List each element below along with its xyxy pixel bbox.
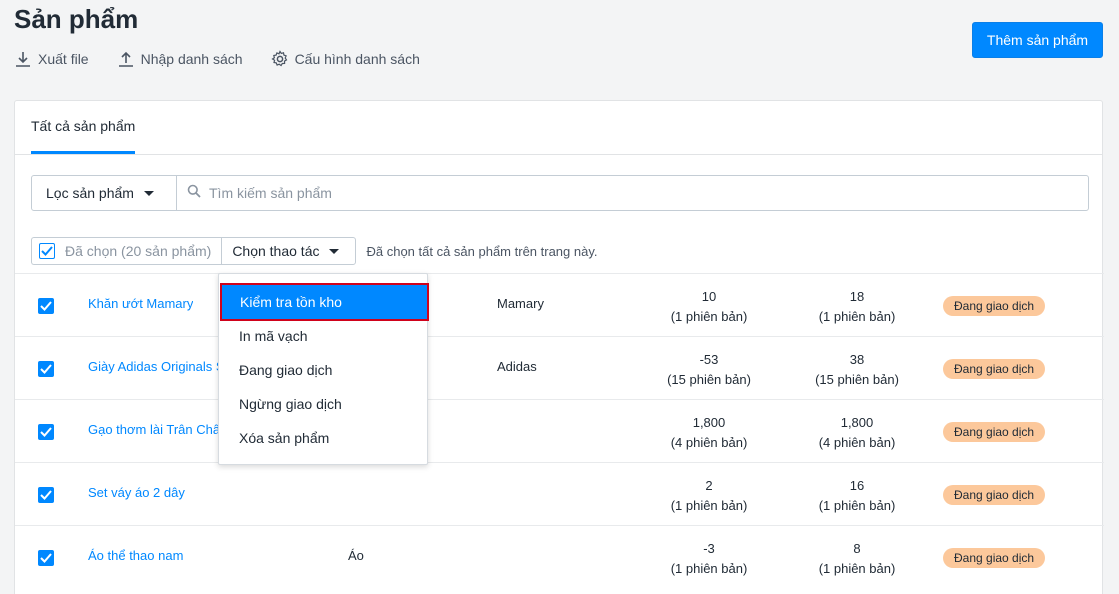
status-badge: Đang giao dịch [943,422,1046,442]
available-cell: 18 (1 phiên bản) [797,287,917,327]
stock-value: 10 [701,289,717,304]
table-row: Khăn ướt Mamary Mamary 10 (1 phiên bản) 1… [15,273,1104,336]
download-icon [14,50,32,68]
menu-item-set-inactive[interactable]: Ngừng giao dịch [219,387,427,421]
gear-icon [270,50,289,68]
row-checkbox[interactable] [38,487,54,503]
action-dropdown-menu: Kiểm tra tồn kho In mã vạch Đang giao dị… [218,273,429,465]
available-value: 16 [849,478,865,493]
bulk-selected-box: Đã chọn (20 sản phẩm) [31,237,222,265]
bulk-action-bar: Đã chọn (20 sản phẩm) Chọn thao tác Đã c… [31,237,598,265]
menu-item-check-inventory[interactable]: Kiểm tra tồn kho [220,283,429,321]
product-brand: Mamary [497,296,544,311]
stock-variants: (1 phiên bản) [670,498,748,513]
search-icon [187,184,201,203]
status-badge: Đang giao dịch [943,548,1046,568]
product-type: Áo [348,548,364,563]
row-checkbox[interactable] [38,424,54,440]
stock-cell: -53 (15 phiên bản) [649,350,769,390]
available-value: 8 [853,541,861,556]
stock-variants: (1 phiên bản) [670,561,748,576]
available-value: 1,800 [840,415,874,430]
configure-list-label: Cấu hình danh sách [294,51,420,67]
bulk-selected-label: Đã chọn (20 sản phẩm) [65,243,212,259]
stock-variants: (1 phiên bản) [670,309,748,324]
product-name-link[interactable]: Set váy áo 2 dây [88,485,185,500]
product-name-link[interactable]: Áo thể thao nam [88,548,183,563]
page-title: Sản phẩm [14,4,139,34]
configure-list-button[interactable]: Cấu hình danh sách [270,50,420,68]
export-file-button[interactable]: Xuất file [14,50,89,68]
select-all-checkbox[interactable] [39,243,55,259]
table-row: Set váy áo 2 dây 2 (1 phiên bản) 16 (1 phi… [15,462,1104,525]
available-cell: 8 (1 phiên bản) [797,539,917,579]
stock-variants: (4 phiên bản) [670,435,748,450]
import-list-button[interactable]: Nhập danh sách [117,50,243,68]
status-badge: Đang giao dịch [943,359,1046,379]
upload-icon [117,50,135,68]
search-input[interactable] [209,185,1088,201]
filter-products-dropdown[interactable]: Lọc sản phẩm [32,176,177,210]
caret-down-icon [329,248,340,254]
caret-down-icon [143,190,154,196]
bulk-selection-note: Đã chọn tất cả sản phẩm trên trang này. [366,243,598,259]
status-badge: Đang giao dịch [943,296,1046,316]
table-row: Giày Adidas Originals Superstar Adidas -… [15,336,1104,399]
available-value: 38 [849,352,865,367]
stock-value: -53 [699,352,719,367]
product-name-link[interactable]: Khăn ướt Mamary [88,296,193,311]
menu-item-print-barcode[interactable]: In mã vạch [219,319,427,353]
available-value: 18 [849,289,865,304]
available-cell: 1,800 (4 phiên bản) [797,413,917,453]
stock-cell: 1,800 (4 phiên bản) [649,413,769,453]
available-cell: 38 (15 phiên bản) [797,350,917,390]
page-toolbar: Xuất file Nhập danh sách Cấu hình danh s… [14,50,420,68]
choose-action-label: Chọn thao tác [232,243,320,259]
add-product-button[interactable]: Thêm sản phẩm [972,22,1103,58]
product-name-link[interactable]: Giày Adidas Originals Superstar [88,359,228,374]
status-badge: Đang giao dịch [943,485,1046,505]
available-variants: (15 phiên bản) [815,372,899,387]
stock-cell: 10 (1 phiên bản) [649,287,769,327]
filter-bar: Lọc sản phẩm [31,175,1089,211]
stock-cell: 2 (1 phiên bản) [649,476,769,516]
product-name-link[interactable]: Gạo thơm lài Trân Châu [88,422,227,437]
tab-bar: Tất cả sản phẩm [15,101,1102,155]
available-variants: (4 phiên bản) [818,435,896,450]
import-list-label: Nhập danh sách [140,51,243,67]
available-variants: (1 phiên bản) [818,309,896,324]
available-variants: (1 phiên bản) [818,498,896,513]
row-checkbox[interactable] [38,361,54,377]
stock-cell: -3 (1 phiên bản) [649,539,769,579]
product-list-card: Tất cả sản phẩm Lọc sản phẩm Đã chọn (20… [14,100,1104,594]
menu-item-set-active[interactable]: Đang giao dịch [219,353,427,387]
available-variants: (1 phiên bản) [818,561,896,576]
table-row: Áo thể thao nam Áo -3 (1 phiên bản) 8 (1 p… [15,525,1104,588]
available-cell: 16 (1 phiên bản) [797,476,917,516]
export-file-label: Xuất file [38,51,89,67]
product-table: Khăn ướt Mamary Mamary 10 (1 phiên bản) 1… [15,273,1104,588]
row-checkbox[interactable] [38,550,54,566]
filter-products-label: Lọc sản phẩm [46,185,134,201]
search-box [177,176,1088,210]
stock-value: 1,800 [692,415,726,430]
row-checkbox[interactable] [38,298,54,314]
choose-action-dropdown[interactable]: Chọn thao tác [221,237,357,265]
table-row: Gạo thơm lài Trân Châu 1,800 (4 phiên bản… [15,399,1104,462]
stock-variants: (15 phiên bản) [667,372,751,387]
menu-item-delete-product[interactable]: Xóa sản phẩm [219,421,427,455]
product-brand: Adidas [497,359,537,374]
stock-value: -3 [703,541,715,556]
tab-all-products[interactable]: Tất cả sản phẩm [31,101,136,154]
stock-value: 2 [705,478,713,493]
